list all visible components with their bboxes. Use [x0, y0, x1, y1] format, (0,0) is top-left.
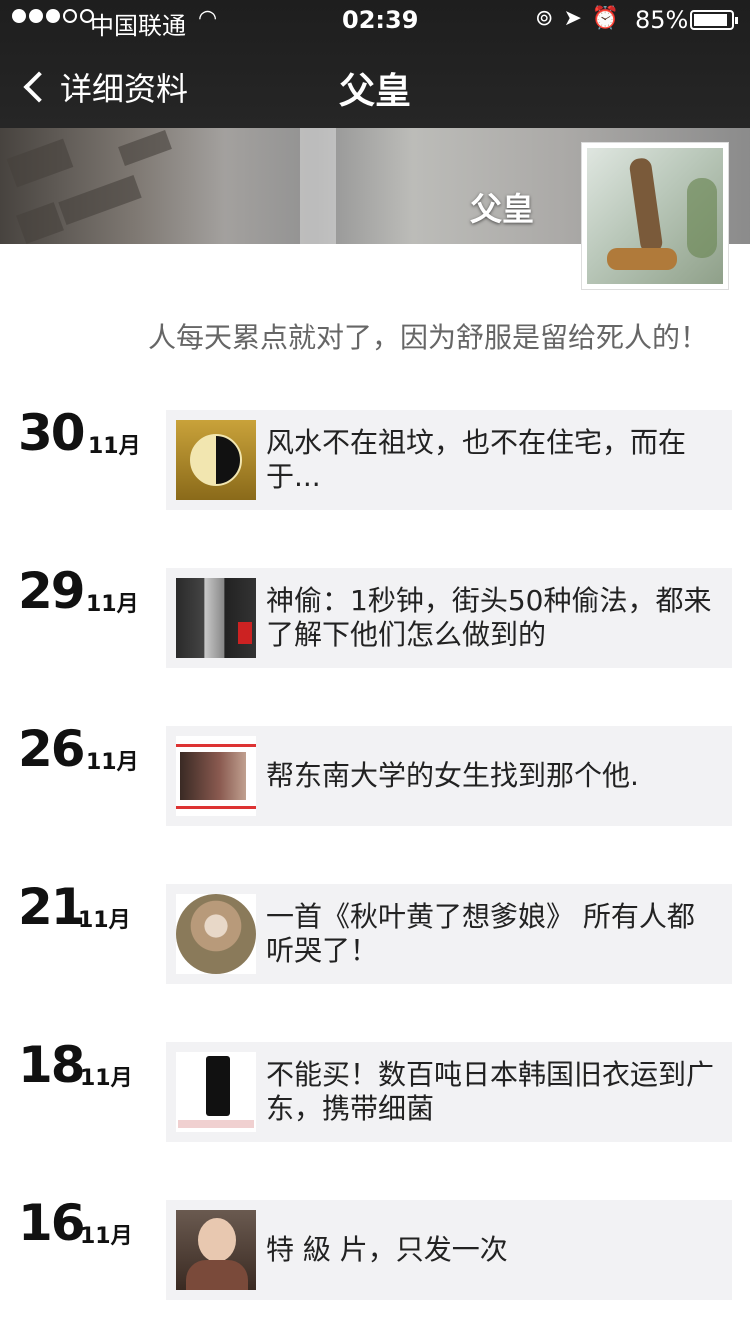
list-item: 26 11月 帮东南大学的女生找到那个他.	[0, 720, 750, 826]
profile-signature: 人每天累点就对了，因为舒服是留给死人的！	[147, 321, 708, 354]
avatar[interactable]	[581, 142, 729, 290]
post-day: 18	[18, 1036, 86, 1094]
signal-strength-icon	[12, 9, 94, 23]
post-thumbnail	[176, 1052, 256, 1132]
profile-name: 父皇	[470, 190, 535, 228]
post-title: 帮东南大学的女生找到那个他.	[266, 759, 639, 792]
post-title: 神偷：1秒钟，街头50种偷法，都来了解下他们怎么做到的	[266, 584, 712, 651]
post-month: 11月	[86, 592, 139, 617]
post-day: 29	[18, 562, 86, 620]
post-day: 26	[18, 720, 86, 778]
post-thumbnail	[176, 578, 256, 658]
post-title: 特 級 片，只发一次	[266, 1233, 508, 1266]
post-day: 30	[18, 404, 86, 462]
rotation-lock-icon: ⊚	[535, 6, 554, 31]
post-card[interactable]: 一首《秋叶黄了想爹娘》 所有人都听哭了！	[166, 884, 732, 984]
post-title: 风水不在祖坟，也不在住宅，而在于...	[266, 426, 687, 493]
post-day: 16	[18, 1194, 86, 1252]
post-thumbnail	[176, 1210, 256, 1290]
post-thumbnail	[176, 420, 256, 500]
post-card[interactable]: 帮东南大学的女生找到那个他.	[166, 726, 732, 826]
post-month: 11月	[88, 434, 141, 459]
post-card[interactable]: 神偷：1秒钟，街头50种偷法，都来了解下他们怎么做到的	[166, 568, 732, 668]
location-arrow-icon: ➤	[563, 6, 582, 31]
post-card[interactable]: 特 級 片，只发一次	[166, 1200, 732, 1300]
status-bar: 中国联通 ◠ 02:39 ⊚ ➤ ⏰ 85%	[0, 0, 750, 40]
post-card[interactable]: 不能买！数百吨日本韩国旧衣运到广东，携带细菌	[166, 1042, 732, 1142]
post-month: 11月	[78, 908, 131, 933]
list-item: 29 11月 神偷：1秒钟，街头50种偷法，都来了解下他们怎么做到的	[0, 562, 750, 668]
top-bar: 中国联通 ◠ 02:39 ⊚ ➤ ⏰ 85% 详细资料 父皇	[0, 0, 750, 128]
post-day: 21	[18, 878, 86, 936]
post-month: 11月	[80, 1224, 133, 1249]
battery-icon	[690, 10, 738, 30]
post-title: 不能买！数百吨日本韩国旧衣运到广东，携带细菌	[266, 1058, 715, 1125]
post-month: 11月	[80, 1066, 133, 1091]
post-card[interactable]: 风水不在祖坟，也不在住宅，而在于...	[166, 410, 732, 510]
alarm-icon: ⏰	[591, 6, 620, 31]
wifi-icon: ◠	[198, 6, 218, 31]
status-icons: ⊚ ➤ ⏰	[535, 6, 619, 31]
post-thumbnail	[176, 894, 256, 974]
post-title: 一首《秋叶黄了想爹娘》 所有人都听哭了！	[266, 900, 695, 967]
list-item: 16 11月 特 級 片，只发一次	[0, 1194, 750, 1300]
list-item: 18 11月 不能买！数百吨日本韩国旧衣运到广东，携带细菌	[0, 1036, 750, 1142]
status-time: 02:39	[342, 6, 419, 34]
page-title: 父皇	[338, 71, 411, 112]
list-item: 21 11月 一首《秋叶黄了想爹娘》 所有人都听哭了！	[0, 878, 750, 984]
list-item: 30 11月 风水不在祖坟，也不在住宅，而在于...	[0, 404, 750, 510]
battery-percent: 85%	[635, 6, 689, 34]
carrier-name: 中国联通	[90, 12, 186, 40]
post-month: 11月	[86, 750, 139, 775]
post-thumbnail	[176, 736, 256, 816]
